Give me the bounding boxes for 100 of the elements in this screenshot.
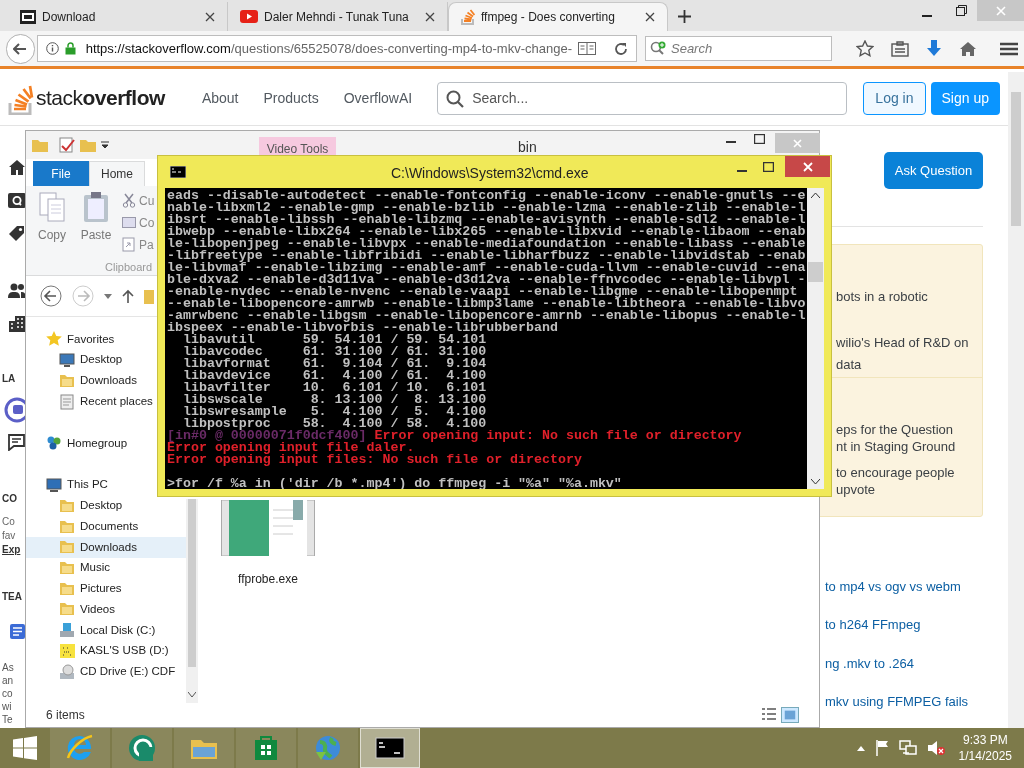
nav-item[interactable]: Documents [26,516,141,537]
related-question-link[interactable]: to h264 FFmpeg [825,617,921,633]
related-question-link[interactable]: mkv using FFMPEG fails [825,694,969,710]
file-item[interactable]: ffprobe.exe [221,500,315,588]
nav-item[interactable]: Favorites [26,329,117,350]
blog-link[interactable]: bots in a robotic [836,289,928,305]
home-icon[interactable] [8,159,26,176]
scissors-icon [122,193,136,208]
console-icon[interactable] [170,166,186,178]
related-question-link[interactable]: ng .mkv to .264 [825,656,914,672]
nav-item[interactable]: Desktop [26,349,125,371]
maximize-icon[interactable] [754,134,765,144]
nav-item[interactable]: This PC [26,474,110,496]
nav-link[interactable]: OverflowAI [332,80,424,117]
close-icon[interactable] [205,11,215,22]
nav-item[interactable]: Downloads [26,536,186,558]
console-line: libavfilter 10. 6.101 / 10. 6.101 [181,382,488,394]
blog-link[interactable]: to encourage people [836,465,955,481]
site-logo-text[interactable]: stackoverflow [36,81,165,114]
back-button[interactable] [6,33,35,64]
ask-question-button[interactable]: Ask Question [884,152,983,189]
scroll-up-icon[interactable] [811,192,820,198]
nav-link[interactable]: About [190,80,250,117]
close-button[interactable] [785,156,830,177]
tag-icon[interactable] [8,225,26,242]
nav-item[interactable]: Recent places [26,391,155,412]
bookmark-star-icon[interactable] [856,40,874,57]
blog-link[interactable]: wilio's Head of R&D on [836,335,969,351]
nav-item[interactable]: KASL'S USB (D:) [26,640,171,662]
close-icon [802,161,813,172]
related-question-link[interactable]: to mp4 vs ogv vs webm [825,579,961,595]
search-field[interactable]: Search [645,36,832,61]
blog-link[interactable]: nt in Staging Ground [836,439,956,455]
questions-icon[interactable] [8,192,26,209]
blog-link[interactable]: eps for the Question [836,422,954,438]
ribbon-tab[interactable]: File [33,161,89,186]
cd-icon [59,663,75,680]
console-line: --enable-libopencore-amrwb --enable-libmp3lame --enable-libtheora --enable-libvo [167,298,807,310]
console-line: eads --disable-autodetect --enable-fontconfig --enable-iconv --enable-gnutls --e [167,190,807,202]
reload-icon[interactable] [614,41,628,56]
start-icon[interactable] [13,736,37,760]
scroll-down-icon[interactable] [811,479,820,485]
up-arrow-icon[interactable] [122,289,134,303]
volume-muted-icon[interactable] [926,740,945,756]
clock[interactable]: 9:33 PM 1/14/2025 [958,732,1012,764]
nav-item[interactable]: Music [26,557,113,579]
nav-link[interactable]: Products [252,80,330,117]
paste-button[interactable]: Paste [78,191,114,244]
properties-icon[interactable] [59,137,75,153]
console-line: libpostproc 58. 4.100 / 58. 4.100 [182,418,487,430]
details-view-icon[interactable] [761,707,777,721]
console-line: le-libvmaf --enable-libzimg --enable-amf --enable-cuda-llvm --enable-cuvid --ena [167,262,807,274]
browser-tab[interactable]: ffmpeg - Does converting [448,2,668,31]
login-button[interactable]: Log in [863,82,926,115]
users-icon[interactable] [8,282,26,299]
maximize-icon[interactable] [763,162,774,172]
scroll-thumb[interactable] [808,262,823,282]
close-icon [793,138,802,148]
collective-icon[interactable] [4,397,26,423]
flag-icon[interactable] [874,740,889,756]
download-icon[interactable] [926,40,942,57]
new-tab-icon[interactable] [678,10,691,23]
site-search-field[interactable]: Search... [437,82,848,115]
address-bar[interactable]: https://stackoverflow.com/questions/65525078/does-converting-mp4-to-mkv-change- [36,35,637,62]
context-tab[interactable]: Video Tools [259,137,336,155]
menu-icon[interactable] [1000,41,1018,56]
nav-item[interactable]: Desktop [26,495,125,517]
scroll-down-icon[interactable] [188,692,196,697]
taskbar-app[interactable] [360,728,420,768]
console-line: Error opening input file daler. [167,442,415,454]
chat-icon[interactable] [8,434,25,451]
blog-link[interactable]: data [836,357,862,373]
blog-link[interactable]: upvote [836,482,876,498]
nav-scrollbar[interactable] [186,499,198,703]
restore-icon[interactable] [956,5,967,16]
console-line: nable-libxml2 --enable-gmp --enable-bzlib --enable-lzma --enable-zlib --enable-l [167,202,807,214]
tray-expand-icon[interactable] [856,745,865,751]
network-icon[interactable] [898,740,917,756]
logo-icon[interactable] [8,85,34,116]
nav-item[interactable]: Videos [26,599,117,620]
ribbon-tab[interactable]: Home [89,161,145,186]
building-icon[interactable] [8,315,26,332]
clipboard-icon [82,191,110,223]
pc-icon [46,477,62,494]
close-icon[interactable] [645,12,655,22]
sidebar-text: Exp [2,544,21,556]
nav-item[interactable]: Downloads [26,370,139,392]
copy-button[interactable]: Copy [34,191,70,244]
reader-view-icon[interactable] [578,42,596,55]
nav-item[interactable]: Homegroup [26,432,130,454]
recent-icon [59,393,75,410]
page-scrollbar[interactable] [1008,72,1024,728]
close-icon[interactable] [425,11,435,22]
reading-list-icon[interactable] [891,40,909,57]
nav-item[interactable]: Pictures [26,578,124,600]
nav-item[interactable]: CD Drive (E:) CDF [26,661,178,682]
dropdown-icon[interactable] [101,141,109,149]
console-scrollbar[interactable] [807,188,824,489]
back-icon[interactable] [40,285,62,307]
nav-item[interactable]: Local Disk (C:) [26,619,158,641]
